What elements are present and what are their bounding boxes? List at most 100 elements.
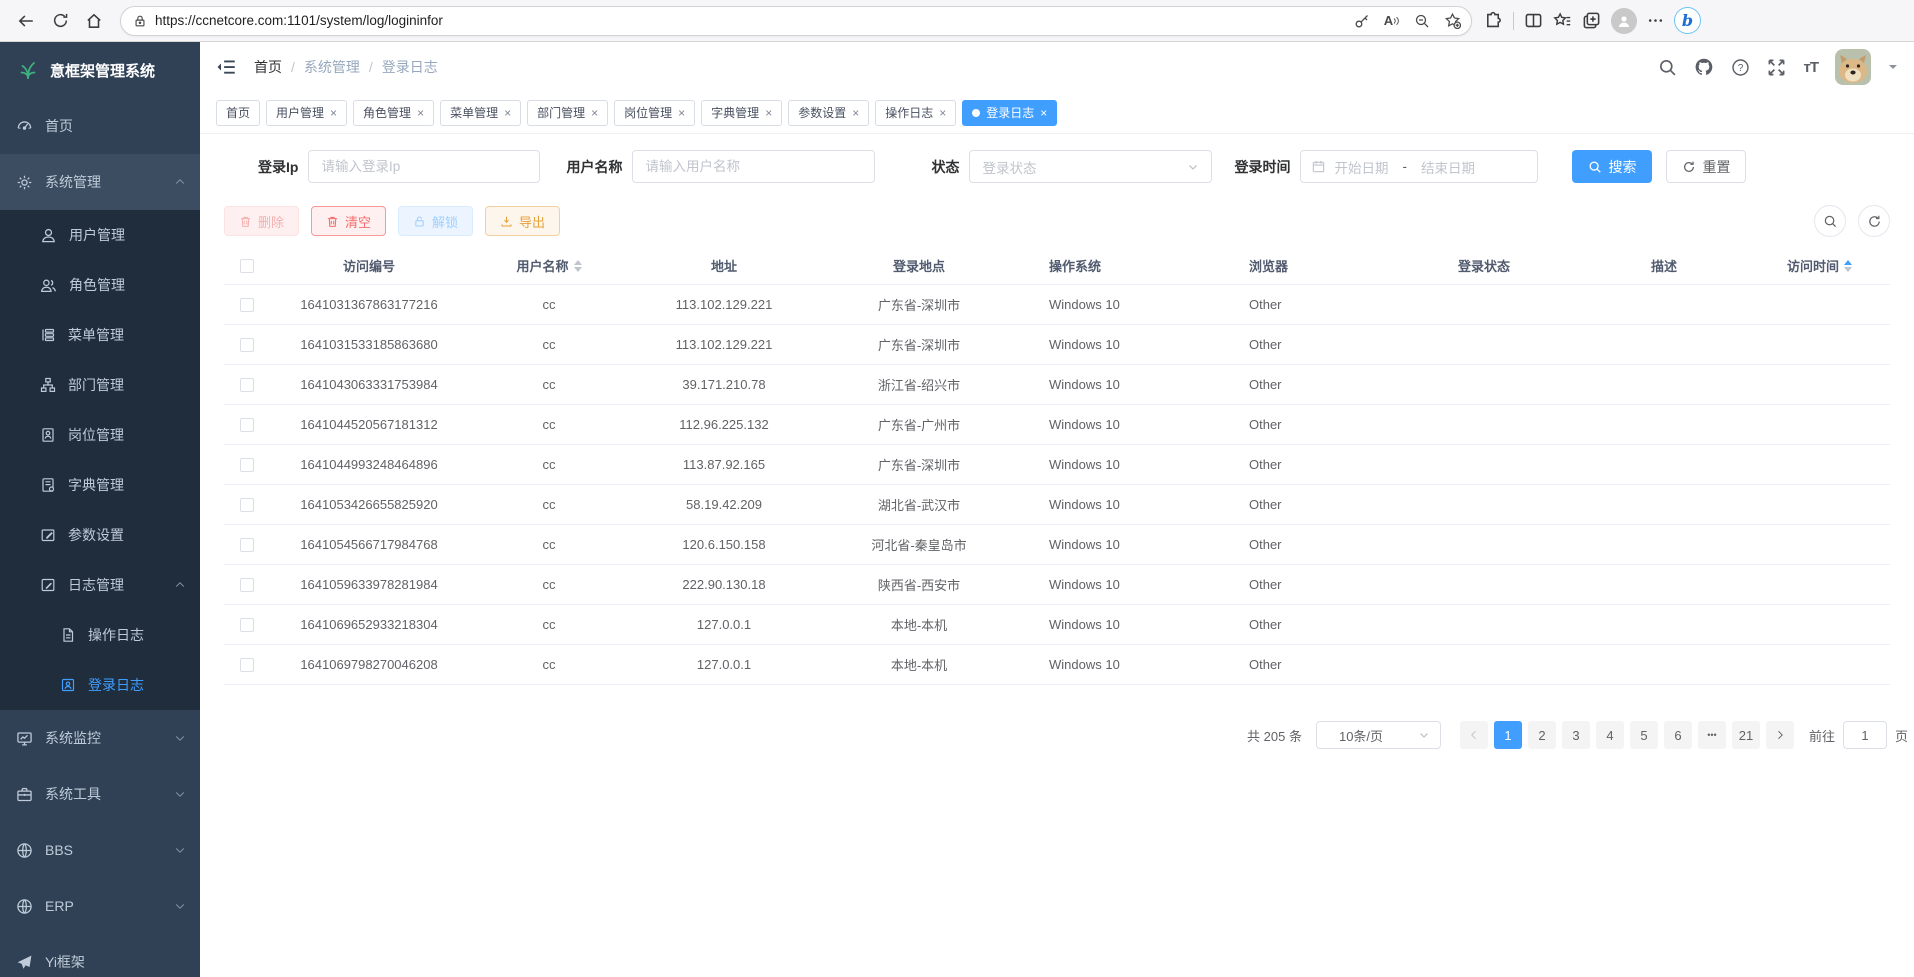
sidebar-item-log-mgmt[interactable]: 日志管理 [0,560,200,610]
delete-button[interactable]: 删除 [224,206,299,236]
sidebar-item-system-monitor[interactable]: 系统监控 [0,710,200,766]
search-icon[interactable] [1658,58,1677,77]
tab-operation-log[interactable]: 操作日志× [875,100,956,126]
row-checkbox[interactable] [240,498,254,512]
page-button-4[interactable]: 4 [1596,721,1624,749]
export-button[interactable]: 导出 [485,206,560,236]
close-icon[interactable]: × [678,106,685,120]
page-button-3[interactable]: 3 [1562,721,1590,749]
sort-icon[interactable] [574,260,582,272]
sidebar-item-post-mgmt[interactable]: 岗位管理 [0,410,200,460]
page-button-5[interactable]: 5 [1630,721,1658,749]
row-checkbox[interactable] [240,538,254,552]
sidebar-item-yi-framework[interactable]: Yi框架 [0,934,200,977]
unlock-button[interactable]: 解锁 [398,206,473,236]
row-checkbox[interactable] [240,298,254,312]
browser-profile-icon[interactable] [1611,8,1637,34]
extensions-icon[interactable] [1484,11,1503,30]
sidebar-item-operation-log[interactable]: 操作日志 [0,610,200,660]
favorites-add-icon[interactable] [1437,7,1467,35]
search-button[interactable]: 搜索 [1572,150,1652,183]
status-select[interactable]: 登录状态 [969,150,1212,183]
breadcrumb-system[interactable]: 系统管理 [304,57,360,77]
zoom-out-icon[interactable] [1407,7,1437,35]
tab-login-log[interactable]: 登录日志× [962,100,1057,126]
show-search-button[interactable] [1814,205,1846,237]
password-key-icon[interactable] [1347,7,1377,35]
close-icon[interactable]: × [939,106,946,120]
tab-home[interactable]: 首页 [216,100,260,126]
user-name-input[interactable] [632,150,875,183]
app-logo[interactable]: 意框架管理系统 [0,42,200,98]
row-checkbox[interactable] [240,338,254,352]
browser-menu-icon[interactable] [1647,12,1664,29]
tab-role-mgmt[interactable]: 角色管理× [353,100,434,126]
font-size-icon[interactable]: тT [1803,59,1818,76]
tab-user-mgmt[interactable]: 用户管理× [266,100,347,126]
clear-button[interactable]: 清空 [311,206,386,236]
read-aloud-icon[interactable]: A [1377,7,1407,35]
sidebar-item-erp[interactable]: ERP [0,878,200,934]
sidebar-item-home[interactable]: 首页 [0,98,200,154]
row-checkbox[interactable] [240,618,254,632]
sidebar-item-dict-mgmt[interactable]: 字典管理 [0,460,200,510]
row-checkbox[interactable] [240,378,254,392]
sidebar-item-param-settings[interactable]: 参数设置 [0,510,200,560]
tab-menu-mgmt[interactable]: 菜单管理× [440,100,521,126]
tab-param-settings[interactable]: 参数设置× [788,100,869,126]
close-icon[interactable]: × [504,106,511,120]
next-page-button[interactable] [1766,721,1794,749]
url-text[interactable]: https://ccnetcore.com:1101/system/log/lo… [155,13,1347,28]
browser-home-icon[interactable] [78,5,110,37]
collections-icon[interactable] [1553,11,1572,30]
user-avatar[interactable] [1835,49,1871,85]
prev-page-button[interactable] [1460,721,1488,749]
close-icon[interactable]: × [330,106,337,120]
browser-refresh-icon[interactable] [44,5,76,37]
split-screen-icon[interactable] [1524,11,1543,30]
copilot-icon[interactable]: b [1674,7,1701,34]
goto-page-input[interactable] [1843,721,1887,749]
row-checkbox[interactable] [240,658,254,672]
sidebar-item-system-tools[interactable]: 系统工具 [0,766,200,822]
page-button-21[interactable]: 21 [1732,721,1760,749]
avatar-caret-icon[interactable] [1888,62,1898,72]
refresh-table-button[interactable] [1858,205,1890,237]
reset-button[interactable]: 重置 [1666,150,1746,183]
breadcrumb-home[interactable]: 首页 [254,57,282,77]
sidebar-item-user-mgmt[interactable]: 用户管理 [0,210,200,260]
page-button-6[interactable]: 6 [1664,721,1692,749]
row-checkbox[interactable] [240,578,254,592]
sidebar-item-role-mgmt[interactable]: 角色管理 [0,260,200,310]
page-size-select[interactable]: 10条/页 [1316,721,1441,749]
close-icon[interactable]: × [591,106,598,120]
pager-ellipsis[interactable]: ••• [1698,721,1726,749]
close-icon[interactable]: × [1040,106,1047,120]
sidebar-item-login-log[interactable]: 登录日志 [0,660,200,710]
fullscreen-icon[interactable] [1767,58,1786,77]
close-icon[interactable]: × [417,106,424,120]
close-icon[interactable]: × [852,106,859,120]
sidebar-item-bbs[interactable]: BBS [0,822,200,878]
row-checkbox[interactable] [240,418,254,432]
sidebar-item-dept-mgmt[interactable]: 部门管理 [0,360,200,410]
tab-post-mgmt[interactable]: 岗位管理× [614,100,695,126]
select-all-checkbox[interactable] [240,259,254,273]
sidebar-item-menu-mgmt[interactable]: 菜单管理 [0,310,200,360]
sort-icon[interactable] [1844,260,1852,272]
github-icon[interactable] [1694,57,1714,77]
sidebar-item-system-mgmt[interactable]: 系统管理 [0,154,200,210]
page-button-1[interactable]: 1 [1494,721,1522,749]
tab-groups-icon[interactable] [1582,11,1601,30]
login-time-range[interactable]: 开始日期 - 结束日期 [1300,150,1538,183]
row-checkbox[interactable] [240,458,254,472]
tab-dict-mgmt[interactable]: 字典管理× [701,100,782,126]
sidebar-toggle-icon[interactable] [216,57,236,77]
tab-dept-mgmt[interactable]: 部门管理× [527,100,608,126]
page-button-2[interactable]: 2 [1528,721,1556,749]
browser-back-icon[interactable] [10,5,42,37]
help-icon[interactable]: ? [1731,58,1750,77]
address-bar[interactable]: https://ccnetcore.com:1101/system/log/lo… [120,6,1472,36]
site-lock-icon[interactable] [133,14,147,28]
login-ip-input[interactable] [308,150,540,183]
